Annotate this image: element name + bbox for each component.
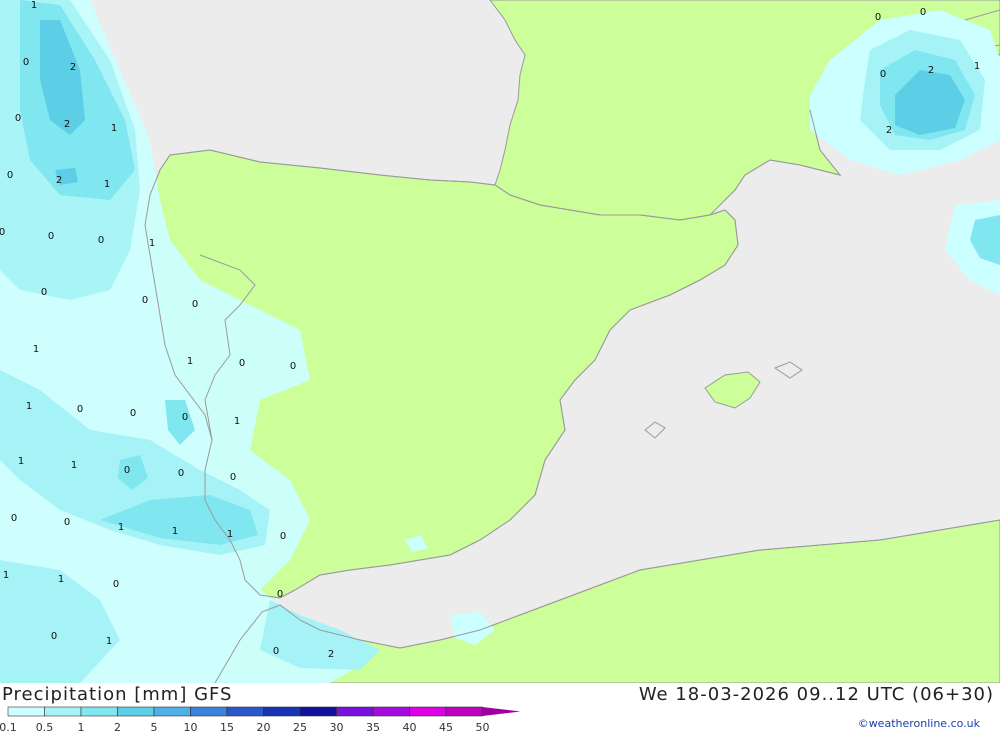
contour-label: 0 (142, 295, 148, 306)
contour-label: 2 (64, 119, 70, 130)
legend-swatch (445, 706, 483, 717)
contour-label: 0 (124, 465, 130, 476)
legend-swatch (336, 706, 374, 717)
contour-label: 1 (111, 123, 117, 134)
contour-label: 0 (64, 517, 70, 528)
contour-label: 1 (172, 526, 178, 537)
contour-label: 0 (230, 472, 236, 483)
precipitation-legend: 0.1 0.5 1 2 5 10 15 20 25 30 35 40 45 50 (0, 706, 521, 733)
legend-swatch (44, 706, 82, 717)
contour-label: 0 (280, 531, 286, 542)
legend-label: 1 (78, 721, 85, 733)
legend-swatch (190, 706, 228, 717)
legend-swatch (299, 706, 337, 717)
contour-label: 0 (77, 404, 83, 415)
contour-label: 1 (104, 179, 110, 190)
contour-label: 2 (70, 62, 76, 73)
legend-label: 25 (293, 721, 307, 733)
legend-swatch (80, 706, 118, 717)
contour-label: 0 (41, 287, 47, 298)
contour-label: 0 (178, 468, 184, 479)
legend-label: 0.5 (36, 721, 54, 733)
contour-label: 0 (239, 358, 245, 369)
legend-swatch (7, 706, 45, 717)
legend-swatch (153, 706, 191, 717)
contour-label: 0 (192, 299, 198, 310)
contour-label: 2 (886, 125, 892, 136)
contour-label: 0 (23, 57, 29, 68)
legend-swatch (263, 706, 301, 717)
contour-label: 0 (11, 513, 17, 524)
contour-label: 0 (48, 231, 54, 242)
legend-label: 40 (403, 721, 417, 733)
legend-swatch (226, 706, 264, 717)
contour-label: 1 (58, 574, 64, 585)
contour-label: 1 (974, 61, 980, 72)
contour-label: 0 (273, 646, 279, 657)
legend-swatch (117, 706, 155, 717)
contour-label: 0 (277, 589, 283, 600)
contour-label: 0 (875, 12, 881, 23)
contour-label: 1 (187, 356, 193, 367)
contour-label: 1 (234, 416, 240, 427)
contour-label: 0 (290, 361, 296, 372)
contour-label: 2 (928, 65, 934, 76)
valid-time: We 18-03-2026 09..12 UTC (06+30) (638, 684, 994, 705)
contour-label: 0 (98, 235, 104, 246)
contour-label: 0 (0, 227, 5, 238)
contour-label: 0 (7, 170, 13, 181)
contour-label: 1 (26, 401, 32, 412)
legend-label: 45 (439, 721, 453, 733)
contour-label: 0 (182, 412, 188, 423)
contour-label: 1 (227, 529, 233, 540)
legend-label: 20 (257, 721, 271, 733)
legend-label: 10 (184, 721, 198, 733)
legend-swatch (482, 707, 521, 716)
contour-label: 2 (328, 649, 334, 660)
legend-swatch (372, 706, 410, 717)
contour-label: 1 (71, 460, 77, 471)
contour-label: 1 (118, 522, 124, 533)
contour-label: 0 (920, 7, 926, 18)
legend-label: 2 (114, 721, 121, 733)
legend-label: 5 (151, 721, 158, 733)
footer-bar: Precipitation [mm] GFS We 18-03-2026 09.… (0, 683, 1000, 733)
contour-label: 0 (15, 113, 21, 124)
credit-link[interactable]: ©weatheronline.co.uk (858, 717, 980, 730)
contour-label: 0 (880, 69, 886, 80)
contour-label: 0 (113, 579, 119, 590)
contour-label: 1 (106, 636, 112, 647)
legend-label: 0.1 (0, 721, 17, 733)
contour-label: 1 (18, 456, 24, 467)
contour-label: 0 (130, 408, 136, 419)
legend-label: 30 (330, 721, 344, 733)
legend-label: 50 (476, 721, 490, 733)
contour-label: 1 (149, 238, 155, 249)
map-title: Precipitation [mm] GFS (2, 684, 233, 705)
precipitation-map: 1 2 2 1 2 1 0 0 0 0 0 0 1 0 0 0 1 0 0 1 0 1 0 0 1 1 0 0 0 1 1 1 0 0 1 1 0 1 0 0… (0, 0, 1000, 683)
contour-label: 1 (33, 344, 39, 355)
legend-label: 35 (366, 721, 380, 733)
legend-label: 15 (220, 721, 234, 733)
contour-label: 1 (31, 0, 37, 11)
contour-label: 1 (3, 570, 9, 581)
legend-swatch (409, 706, 447, 717)
contour-label: 0 (51, 631, 57, 642)
contour-label: 2 (56, 175, 62, 186)
